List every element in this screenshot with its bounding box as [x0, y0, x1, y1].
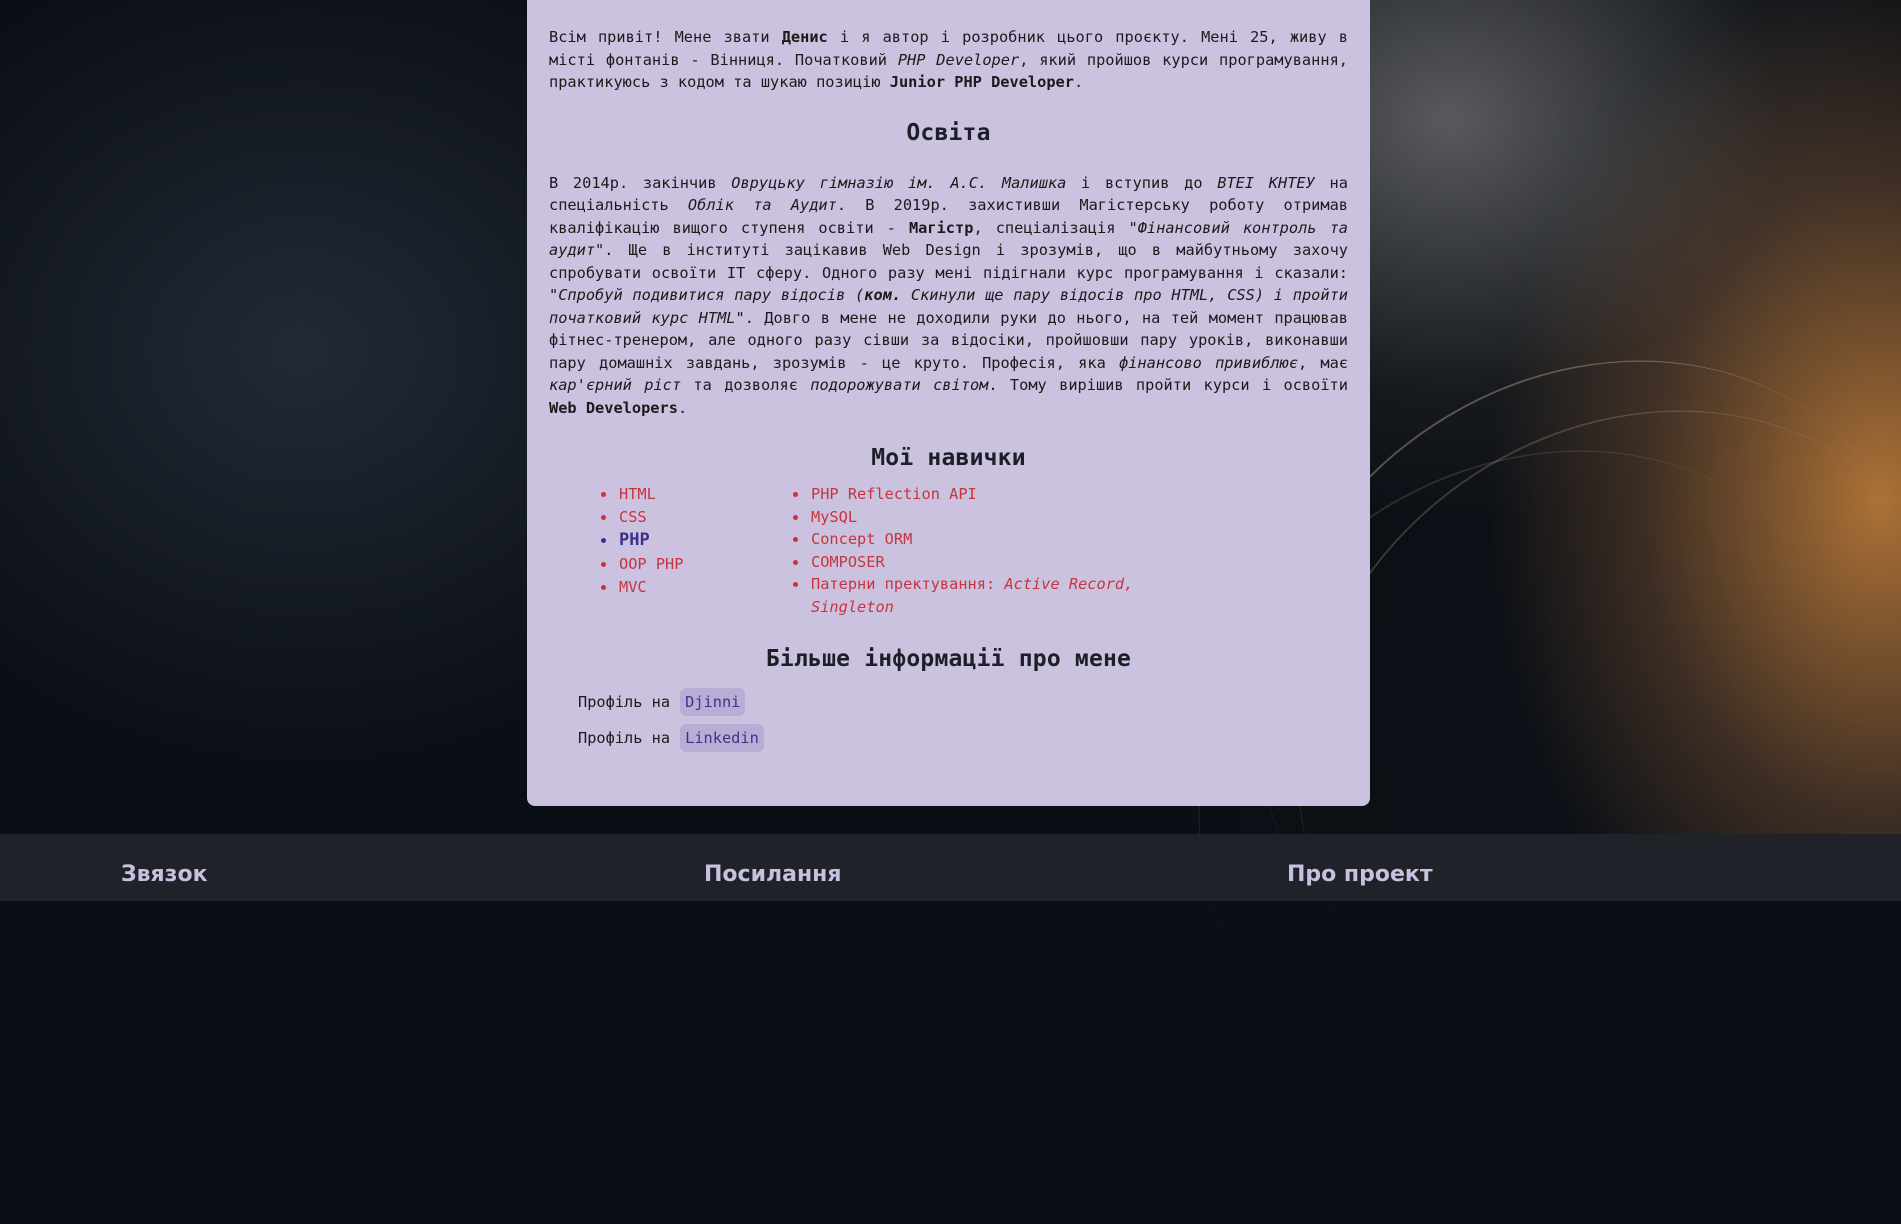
education-italic: фінансово привиблює: [1119, 353, 1298, 372]
intro-text: .: [1073, 73, 1084, 91]
intro-paragraph: Всім привіт! Мене звати Денис і я автор …: [549, 26, 1348, 94]
skill-link-php[interactable]: PHP: [601, 528, 791, 553]
education-text: та дозволяє: [681, 376, 811, 394]
position-text: Junior PHP Developer: [889, 73, 1074, 91]
skills-heading: Мої навички: [871, 445, 1026, 471]
education-text: . Ще в інституті зацікавив Web Design і …: [549, 241, 1348, 282]
education-bold: ком.: [864, 286, 902, 304]
about-card: Всім привіт! Мене звати Денис і я автор …: [527, 0, 1370, 806]
more-info-heading: Більше інформації про мене: [765, 646, 1132, 672]
education-text: , спеціалізація: [973, 218, 1129, 237]
skill-link-design-patterns[interactable]: Патерни пректування: Active Record, Sing…: [793, 573, 1151, 618]
linkedin-link[interactable]: Linkedin: [680, 724, 764, 752]
intro-text: Всім привіт! Мене звати: [549, 28, 782, 46]
skill-link-mvc[interactable]: MVC: [601, 576, 791, 599]
linkedin-profile-row: Профіль на Linkedin: [549, 724, 1348, 752]
education-italic: "Спробуй подивитися пару відосів (: [549, 286, 865, 304]
education-text: . Тому вирішив пройти курси і освоїти: [988, 376, 1348, 394]
profile-label: Профіль на: [578, 693, 671, 711]
author-name: Денис: [781, 28, 828, 46]
education-text: і вступив до: [1066, 173, 1218, 192]
footer-contact-heading: Звязок: [121, 862, 208, 887]
education-italic: подорожувати світом: [810, 376, 989, 394]
education-italic: ВТЕІ КНТЕУ: [1217, 173, 1315, 192]
education-italic: Овруцьку гімназію ім. А.С. Малишка: [731, 173, 1067, 192]
site-footer: Звязок Посилання Про проект: [0, 834, 1901, 901]
skills-column-1: HTML CSS PHP OOP PHP MVC: [599, 483, 791, 618]
skill-link-composer[interactable]: COMPOSER: [793, 551, 1151, 574]
footer-about-heading: Про проект: [1287, 862, 1433, 887]
skill-link-html[interactable]: HTML: [601, 483, 791, 506]
djinni-profile-row: Профіль на Djinni: [549, 688, 1348, 716]
skill-link-php-reflection-api[interactable]: PHP Reflection API: [793, 483, 1151, 506]
education-bold: Web Developers: [549, 398, 678, 417]
skill-link-oop-php[interactable]: OOP PHP: [601, 553, 791, 576]
footer-links-heading: Посилання: [704, 862, 842, 887]
skill-link-css[interactable]: CSS: [601, 506, 791, 529]
skills-column-2: PHP Reflection API MySQL Concept ORM COM…: [791, 483, 1151, 618]
education-italic: кар'єрний ріст: [549, 376, 682, 394]
skill-link-concept-orm[interactable]: Concept ORM: [793, 528, 1151, 551]
education-text: .: [677, 398, 688, 417]
education-text: , має: [1297, 353, 1348, 372]
patterns-label: Патерни пректування:: [811, 575, 1005, 593]
djinni-link[interactable]: Djinni: [680, 688, 746, 716]
education-bold: Магістр: [908, 218, 974, 237]
education-text: В 2014р. закінчив: [549, 173, 732, 192]
skill-link-mysql[interactable]: MySQL: [793, 506, 1151, 529]
skills-list: HTML CSS PHP OOP PHP MVC PHP Reflection …: [549, 483, 1348, 618]
education-heading: Освіта: [906, 119, 991, 146]
role-text: PHP Developer: [897, 50, 1020, 69]
education-italic: Облік та Аудит: [687, 196, 837, 214]
education-paragraph: В 2014р. закінчив Овруцьку гімназію ім. …: [549, 172, 1348, 420]
profile-label: Профіль на: [578, 729, 671, 747]
